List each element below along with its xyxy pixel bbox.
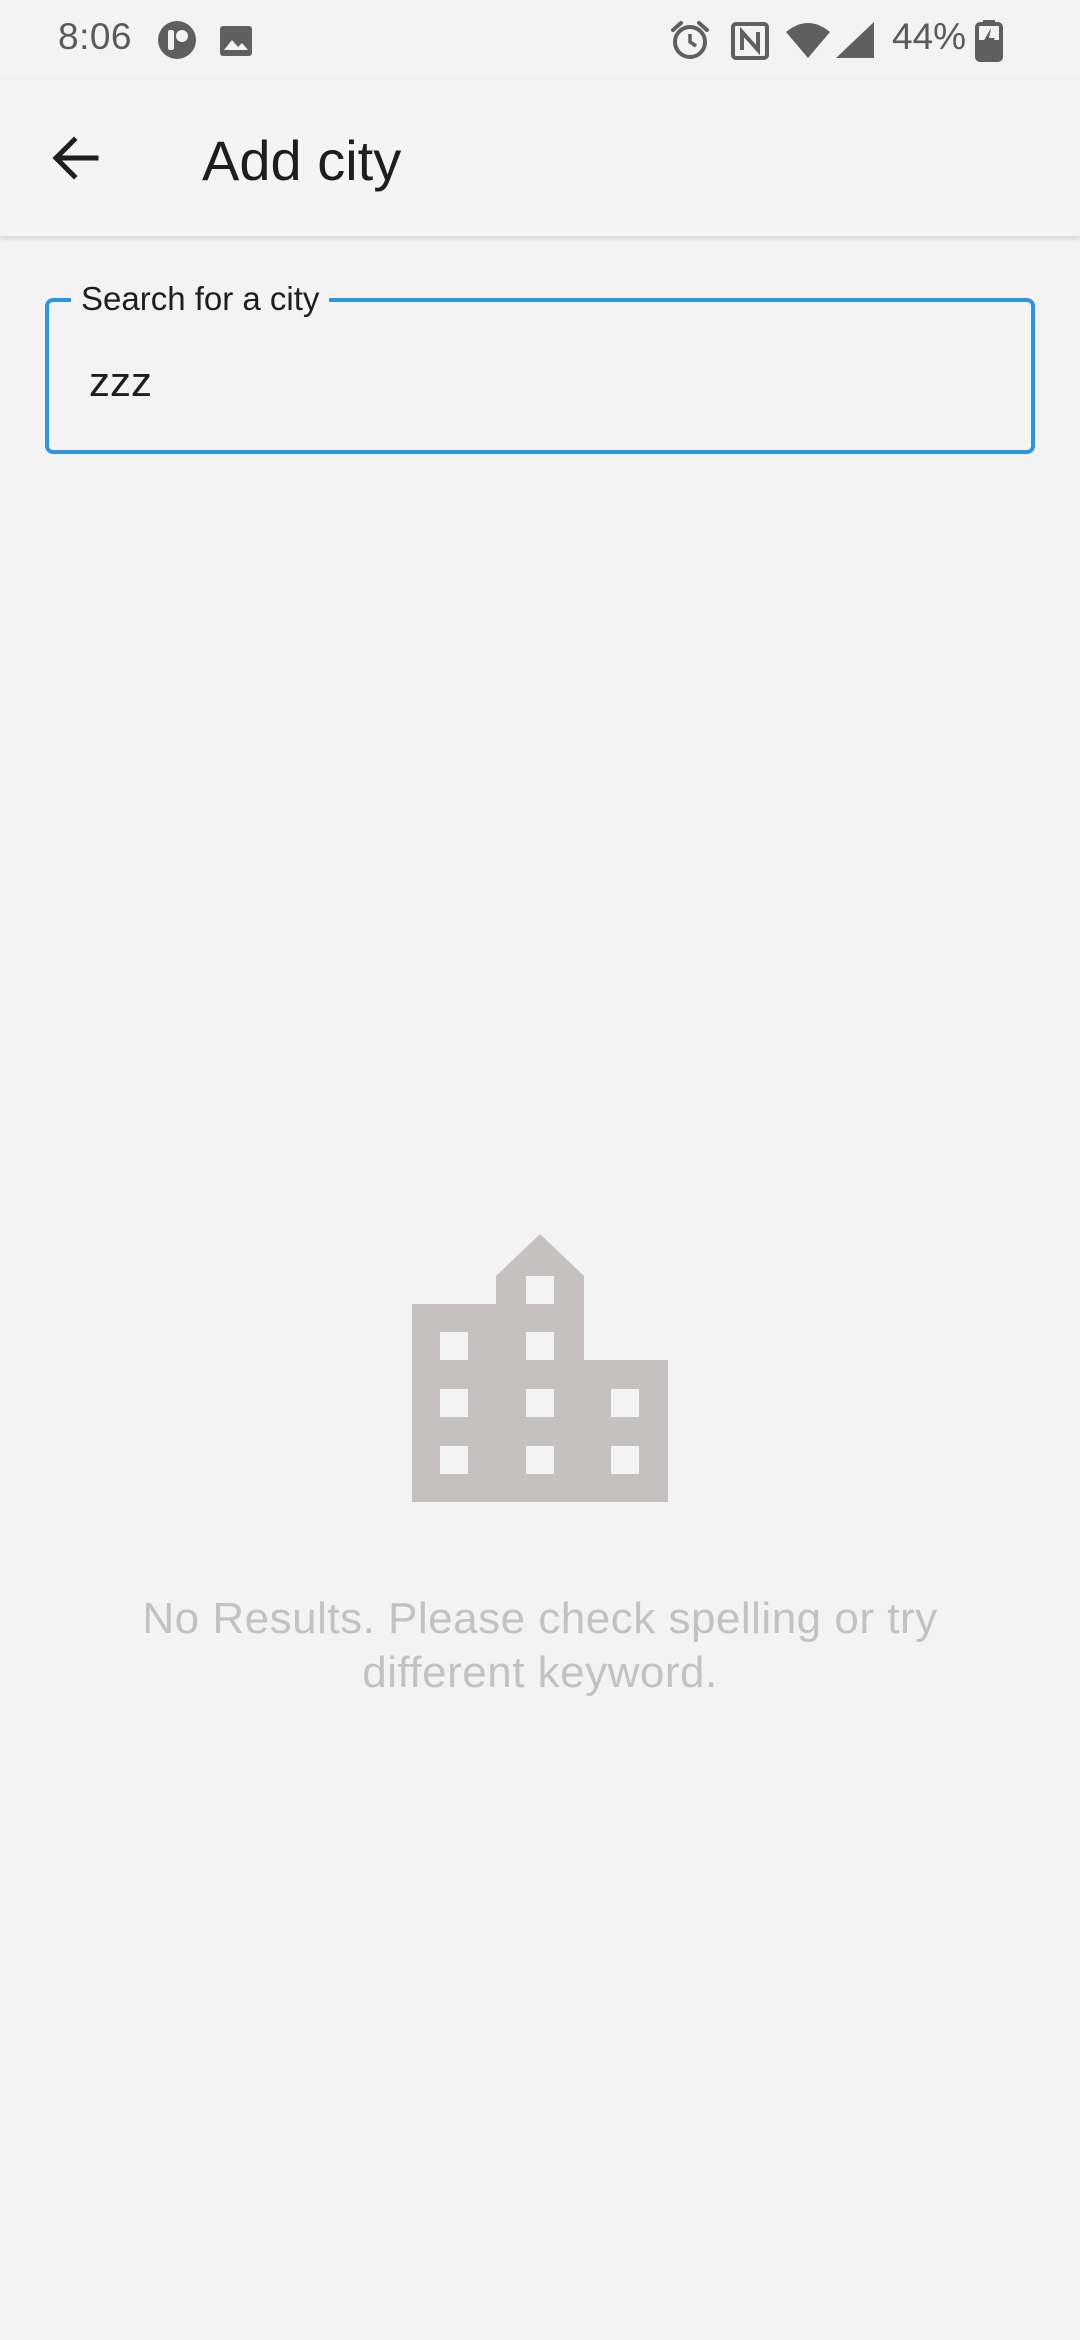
back-button[interactable] — [36, 118, 116, 198]
battery-percentage: 44% — [892, 16, 967, 57]
battery-charging-icon — [975, 20, 1003, 62]
status-bar: 8:06 44% — [0, 0, 1080, 80]
arrow-back-icon — [52, 136, 99, 180]
page-title: Add city — [202, 129, 402, 192]
search-label: Search for a city — [71, 276, 330, 322]
empty-state-message: No Results. Please check spelling or try… — [142, 1594, 938, 1697]
search-field[interactable]: Search for a city — [45, 276, 1035, 454]
gallery-icon — [220, 26, 252, 56]
add-city-screen: 8:06 44% Add city Search for a city zzz … — [0, 0, 1080, 2340]
wifi-icon — [786, 23, 830, 58]
status-time: 8:06 — [58, 16, 133, 57]
signal-icon — [836, 22, 874, 58]
alarm-icon — [671, 21, 709, 59]
building-icon — [412, 1234, 668, 1502]
app-notification-icon — [158, 21, 196, 59]
nfc-icon — [731, 22, 769, 60]
app-bar: Add city — [0, 80, 1080, 237]
search-input[interactable] — [89, 352, 989, 412]
